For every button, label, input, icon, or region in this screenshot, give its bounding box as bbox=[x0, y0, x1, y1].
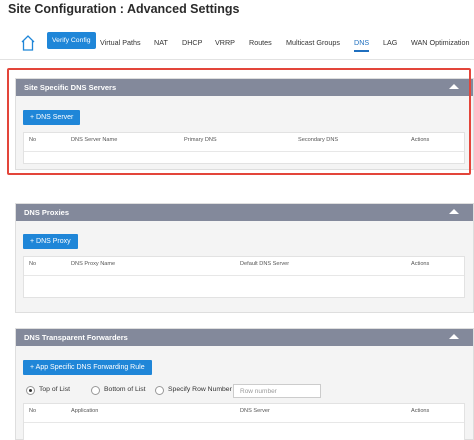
column-header: Default DNS Server bbox=[240, 261, 290, 267]
tab-dhcp[interactable]: DHCP bbox=[182, 38, 202, 47]
collapse-chevron-icon[interactable] bbox=[449, 209, 459, 214]
radio-label: Top of List bbox=[39, 386, 70, 393]
highlight-box bbox=[7, 68, 471, 175]
radio-specify-row[interactable] bbox=[155, 386, 164, 395]
tab-routes[interactable]: Routes bbox=[249, 38, 272, 47]
add-forwarding-rule-button[interactable]: + App Specific DNS Forwarding Rule bbox=[23, 360, 152, 375]
radio-label: Specify Row Number bbox=[168, 386, 232, 393]
tab-multicast-groups[interactable]: Multicast Groups bbox=[286, 38, 340, 47]
column-header: Application bbox=[71, 408, 99, 414]
tab-dns[interactable]: DNS bbox=[354, 38, 370, 52]
column-header: No bbox=[29, 408, 37, 414]
tab-lag[interactable]: LAG bbox=[383, 38, 397, 47]
table-divider bbox=[24, 275, 464, 276]
column-header: Actions bbox=[411, 408, 430, 414]
radio-label: Bottom of List bbox=[104, 386, 146, 393]
collapse-chevron-icon[interactable] bbox=[449, 334, 459, 339]
row-number-input[interactable] bbox=[233, 384, 321, 398]
tab-vrrp[interactable]: VRRP bbox=[215, 38, 235, 47]
dns-proxies-table: No DNS Proxy Name Default DNS Server Act… bbox=[23, 256, 465, 298]
add-dns-proxy-button[interactable]: + DNS Proxy bbox=[23, 234, 78, 249]
transparent-forwarders-title: DNS Transparent Forwarders bbox=[24, 333, 128, 342]
dns-proxies-title: DNS Proxies bbox=[24, 208, 70, 217]
tab-virtual-paths[interactable]: Virtual Paths bbox=[100, 38, 141, 47]
forwarders-table: No Application DNS Server Actions bbox=[23, 403, 465, 440]
dns-proxies-header[interactable]: DNS Proxies bbox=[16, 204, 473, 221]
nav-divider bbox=[0, 59, 474, 60]
settings-nav: Verify Config Virtual Paths NAT DHCP VRR… bbox=[0, 32, 474, 54]
home-icon[interactable] bbox=[20, 34, 36, 52]
page-title: Site Configuration : Advanced Settings bbox=[8, 2, 240, 16]
column-header: DNS Server bbox=[240, 408, 270, 414]
transparent-forwarders-section: DNS Transparent Forwarders + App Specifi… bbox=[15, 328, 474, 440]
tab-nat[interactable]: NAT bbox=[154, 38, 168, 47]
verify-config-button[interactable]: Verify Config bbox=[47, 32, 96, 49]
tab-wan-optimization[interactable]: WAN Optimization bbox=[411, 38, 469, 47]
column-header: Actions bbox=[411, 261, 430, 267]
dns-proxies-section: DNS Proxies + DNS Proxy No DNS Proxy Nam… bbox=[15, 203, 474, 313]
column-header: No bbox=[29, 261, 37, 267]
column-header: DNS Proxy Name bbox=[71, 261, 116, 267]
radio-top-of-list[interactable] bbox=[26, 386, 35, 395]
table-divider bbox=[24, 422, 464, 423]
radio-bottom-of-list[interactable] bbox=[91, 386, 100, 395]
transparent-forwarders-header[interactable]: DNS Transparent Forwarders bbox=[16, 329, 473, 346]
